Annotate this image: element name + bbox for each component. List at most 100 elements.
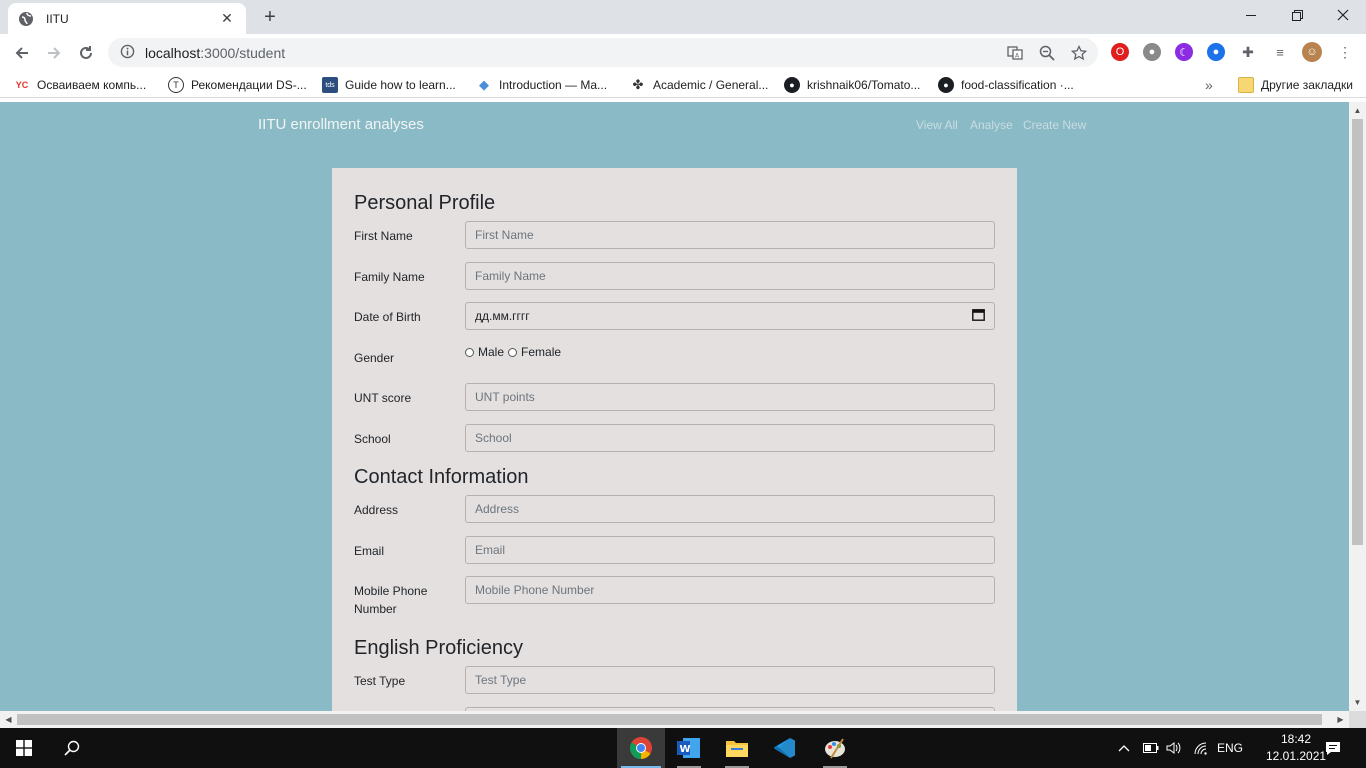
vscode-taskbar-icon[interactable] xyxy=(761,728,809,768)
student-form-card: Personal Profile First Name Family Name … xyxy=(332,168,1017,711)
section-title-english: English Proficiency xyxy=(354,637,523,659)
file-explorer-taskbar-icon[interactable] xyxy=(713,728,761,768)
notifications-icon[interactable] xyxy=(1325,728,1341,768)
tomato-extension-icon[interactable]: ● xyxy=(1143,43,1161,61)
bookmark-label: krishnaik06/Tomato... xyxy=(807,78,921,92)
forward-icon[interactable] xyxy=(40,39,68,67)
star-icon[interactable] xyxy=(1070,44,1088,62)
bookmark-label: Academic / General... xyxy=(653,78,769,92)
gender-female-label[interactable]: Female xyxy=(521,345,561,359)
page-viewport: IITU enrollment analyses View All Analys… xyxy=(0,102,1349,711)
moon-extension-icon[interactable]: ☾ xyxy=(1175,43,1193,61)
calendar-icon[interactable] xyxy=(972,308,985,324)
bookmark-item[interactable]: YC Осваиваем компь... xyxy=(14,76,146,94)
other-bookmarks-folder[interactable]: Другие закладки xyxy=(1238,76,1353,94)
url-text: localhost:3000/student xyxy=(145,45,285,61)
opera-extension-icon[interactable]: O xyxy=(1111,43,1129,61)
reload-icon[interactable] xyxy=(72,39,100,67)
browser-toolbar: localhost:3000/student A O ● ☾ ● ✚ ≡ ☺ ⋮ xyxy=(0,34,1366,71)
show-hidden-icons-chevron-icon[interactable] xyxy=(1118,728,1130,768)
bookmark-item[interactable]: ◆ Introduction — Ma... xyxy=(476,76,607,94)
paint-taskbar-icon[interactable] xyxy=(811,728,859,768)
volume-icon[interactable] xyxy=(1166,728,1182,768)
back-icon[interactable] xyxy=(8,39,36,67)
zoom-icon[interactable] xyxy=(1038,44,1056,62)
language-indicator[interactable]: ENG xyxy=(1217,728,1243,768)
nav-link-create-new[interactable]: Create New xyxy=(1023,118,1086,132)
scroll-up-arrow-icon[interactable]: ▲ xyxy=(1349,102,1366,119)
url-path: :3000/student xyxy=(200,44,286,61)
globe-extension-icon[interactable]: ● xyxy=(1207,43,1225,61)
chrome-taskbar-icon[interactable] xyxy=(617,728,665,768)
address-input[interactable] xyxy=(465,495,995,523)
translate-icon[interactable]: A xyxy=(1006,44,1024,62)
windows-start-icon[interactable] xyxy=(0,728,48,768)
browser-tab[interactable]: IITU ✕ xyxy=(8,3,246,34)
bookmarks-overflow-button[interactable]: » xyxy=(1205,76,1213,94)
restore-button[interactable] xyxy=(1274,0,1320,30)
menu-dots-icon[interactable]: ⋮ xyxy=(1336,43,1354,61)
email-input[interactable] xyxy=(465,536,995,564)
minimize-button[interactable] xyxy=(1228,0,1274,30)
bookmark-item[interactable]: ● krishnaik06/Tomato... xyxy=(784,76,920,94)
nav-link-analyse[interactable]: Analyse xyxy=(970,118,1013,132)
first-name-label: First Name xyxy=(354,229,413,243)
dob-label: Date of Birth xyxy=(354,310,421,324)
vertical-scroll-thumb[interactable] xyxy=(1352,119,1363,545)
close-tab-icon[interactable]: ✕ xyxy=(218,10,236,27)
dob-input[interactable]: дд.мм.гггг xyxy=(465,302,995,330)
network-icon[interactable] xyxy=(1193,728,1209,768)
ml-icon: ◆ xyxy=(479,77,489,92)
address-bar[interactable]: localhost:3000/student A xyxy=(108,38,1098,67)
horizontal-scrollbar[interactable]: ◀ ▶ xyxy=(0,711,1349,728)
school-input[interactable] xyxy=(465,424,995,452)
unt-input[interactable] xyxy=(465,383,995,411)
bookmarks-bar: YC Осваиваем компь... T Рекомендации DS-… xyxy=(0,71,1366,98)
site-navbar: IITU enrollment analyses View All Analys… xyxy=(0,102,1349,148)
school-label: School xyxy=(354,432,391,446)
test-type-input[interactable] xyxy=(465,666,995,694)
gender-female-radio[interactable] xyxy=(508,347,518,357)
media-control-icon[interactable]: ≡ xyxy=(1271,43,1289,61)
first-name-input[interactable] xyxy=(465,221,995,249)
bookmark-label: Introduction — Ma... xyxy=(499,78,608,92)
family-name-input[interactable] xyxy=(465,262,995,290)
yc-icon: YC xyxy=(15,80,29,90)
system-clock[interactable]: 18:42 12.01.2021 xyxy=(1266,731,1326,765)
search-icon[interactable] xyxy=(48,728,96,768)
bookmark-label: Guide how to learn... xyxy=(345,78,456,92)
bookmark-item[interactable]: ✤ Academic / General... xyxy=(630,76,769,94)
scroll-down-arrow-icon[interactable]: ▼ xyxy=(1349,694,1366,711)
gender-male-radio[interactable] xyxy=(465,347,474,357)
other-bookmarks-label: Другие закладки xyxy=(1261,78,1353,92)
phone-label: Mobile Phone Number xyxy=(354,582,427,618)
unt-label: UNT score xyxy=(354,391,412,405)
scroll-left-arrow-icon[interactable]: ◀ xyxy=(0,711,17,728)
battery-icon[interactable] xyxy=(1143,728,1159,768)
tab-strip: IITU ✕ + xyxy=(0,0,1366,34)
info-icon[interactable] xyxy=(120,44,135,62)
clover-icon: ✤ xyxy=(632,77,644,92)
new-tab-button[interactable]: + xyxy=(258,5,282,29)
folder-icon xyxy=(1238,77,1254,93)
phone-input[interactable] xyxy=(465,576,995,604)
profile-avatar[interactable]: ☺ xyxy=(1302,42,1322,62)
dob-placeholder: дд.мм.гггг xyxy=(475,309,530,323)
globe-icon xyxy=(18,11,34,27)
bookmark-item[interactable]: ● food-classification ·... xyxy=(938,76,1074,94)
extensions-puzzle-icon[interactable]: ✚ xyxy=(1239,43,1257,61)
site-brand[interactable]: IITU enrollment analyses xyxy=(258,116,424,133)
tab-title: IITU xyxy=(46,11,69,26)
bookmark-item[interactable]: T Рекомендации DS-... xyxy=(168,76,307,94)
vertical-scrollbar[interactable]: ▲ ▼ xyxy=(1349,102,1366,711)
bookmark-item[interactable]: tds Guide how to learn... xyxy=(322,76,456,94)
horizontal-scroll-thumb[interactable] xyxy=(17,714,1322,725)
word-taskbar-icon[interactable]: W xyxy=(665,728,713,768)
close-window-button[interactable] xyxy=(1320,0,1366,30)
nav-link-view-all[interactable]: View All xyxy=(916,118,958,132)
phone-label-line2: Number xyxy=(354,602,397,616)
gender-label: Gender xyxy=(354,351,395,365)
clock-date: 12.01.2021 xyxy=(1266,749,1327,763)
gender-male-label[interactable]: Male xyxy=(478,345,504,359)
scroll-right-arrow-icon[interactable]: ▶ xyxy=(1332,711,1349,728)
